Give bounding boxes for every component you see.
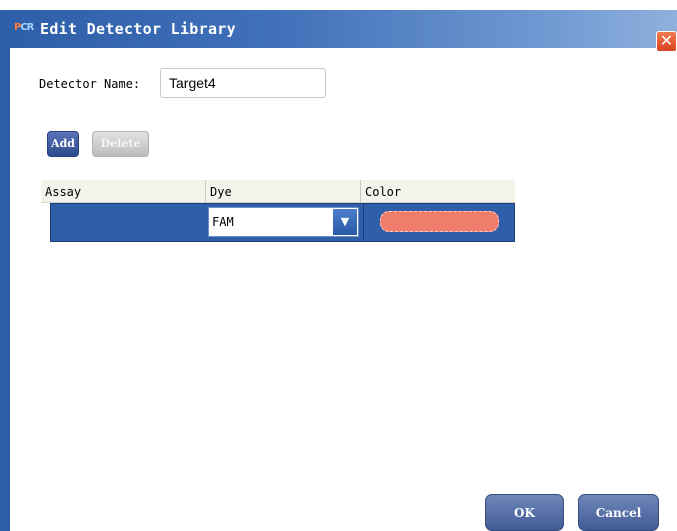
app-logo-icon: PCR — [14, 22, 34, 33]
window-left-border — [0, 47, 10, 531]
delete-button: Delete — [92, 131, 149, 157]
dye-select[interactable]: FAM ▼ — [208, 207, 359, 237]
dialog-title: Edit Detector Library — [40, 20, 236, 38]
detector-grid: Assay Dye Color FAM ▼ — [41, 180, 515, 242]
detector-name-input[interactable]: Target4 — [160, 68, 326, 98]
edit-detector-library-dialog: PCR Edit Detector Library ✕ Detector Nam… — [0, 0, 677, 531]
dye-select-value: FAM — [212, 215, 234, 229]
detector-name-label: Detector Name: — [39, 77, 141, 91]
column-header-dye[interactable]: Dye — [206, 180, 361, 203]
cancel-button[interactable]: Cancel — [578, 494, 659, 531]
column-header-color[interactable]: Color — [361, 180, 514, 203]
title-bar[interactable]: PCR Edit Detector Library ✕ — [0, 10, 677, 52]
close-icon: ✕ — [659, 31, 674, 50]
close-button[interactable]: ✕ — [656, 31, 677, 52]
column-header-assay[interactable]: Assay — [41, 180, 206, 203]
grid-header: Assay Dye Color — [41, 180, 515, 203]
chevron-down-icon[interactable]: ▼ — [333, 209, 357, 235]
assay-cell[interactable] — [51, 204, 207, 241]
table-row[interactable]: FAM ▼ — [50, 203, 515, 242]
color-cell[interactable] — [363, 204, 514, 241]
color-swatch[interactable] — [380, 211, 499, 232]
ok-button[interactable]: OK — [485, 494, 564, 531]
add-button[interactable]: Add — [47, 131, 79, 157]
